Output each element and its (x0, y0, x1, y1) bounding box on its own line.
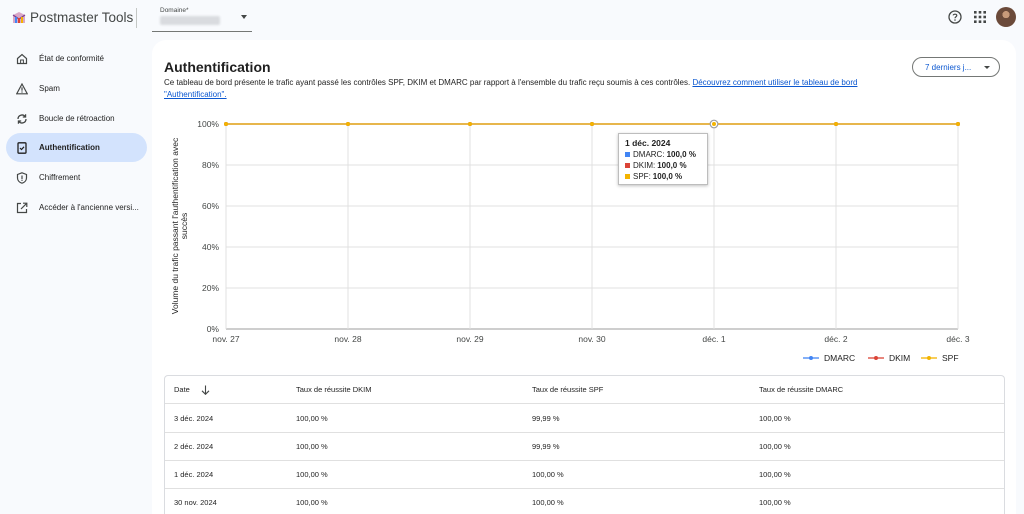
dmarc-swatch (625, 152, 630, 157)
date-range-dropdown[interactable]: 7 derniers j... (912, 57, 1000, 77)
tooltip-row-dkim: DKIM:100,0 % (625, 160, 701, 171)
tooltip-series-name: DKIM (633, 161, 653, 170)
domain-select-label: Domaine* (160, 7, 189, 14)
spf-swatch (625, 174, 630, 179)
tooltip-series-value: 100,0 % (666, 150, 696, 159)
help-icon[interactable] (948, 10, 962, 24)
cell-dkim: 100,00 % (296, 498, 328, 507)
sidebar-item-label: Authentification (39, 143, 100, 152)
header-divider (136, 8, 137, 28)
column-header-spf[interactable]: Taux de réussite SPF (532, 376, 603, 404)
tooltip-series-name: DMARC (633, 150, 663, 159)
cell-dkim: 100,00 % (296, 470, 328, 479)
arrow-down-icon[interactable] (201, 385, 210, 395)
cell-spf: 99,99 % (532, 442, 560, 451)
table-row: 3 déc. 2024 100,00 % 99,99 % 100,00 % (165, 405, 1004, 433)
sidebar-item-compliance[interactable]: État de conformité (6, 44, 147, 73)
table-row: 1 déc. 2024 100,00 % 100,00 % 100,00 % (165, 461, 1004, 489)
chart-tooltip: 1 déc. 2024 DMARC:100,0 % DKIM:100,0 % S… (618, 133, 708, 185)
column-header-date[interactable]: Date (174, 376, 190, 404)
cell-dmarc: 100,00 % (759, 414, 791, 423)
tooltip-row-dmarc: DMARC:100,0 % (625, 149, 701, 160)
sidebar-item-label: Spam (39, 84, 60, 93)
tooltip-row-spf: SPF:100,0 % (625, 171, 701, 182)
table-row: 2 déc. 2024 100,00 % 99,99 % 100,00 % (165, 433, 1004, 461)
avatar[interactable] (996, 7, 1016, 27)
app-title: Postmaster Tools (30, 10, 134, 25)
cell-dkim: 100,00 % (296, 414, 328, 423)
postmaster-logo-icon (12, 11, 26, 23)
sidebar-item-authentication[interactable]: Authentification (6, 133, 147, 162)
page-title: Authentification (164, 59, 271, 75)
tooltip-series-value: 100,0 % (657, 161, 687, 170)
cell-dmarc: 100,00 % (759, 470, 791, 479)
cell-spf: 99,99 % (532, 414, 560, 423)
open-external-icon (16, 202, 28, 213)
column-header-dmarc[interactable]: Taux de réussite DMARC (759, 376, 843, 404)
cell-date: 3 déc. 2024 (174, 414, 214, 423)
cell-dmarc: 100,00 % (759, 498, 791, 507)
tooltip-title: 1 déc. 2024 (625, 138, 671, 148)
app-logo[interactable]: Postmaster Tools (12, 10, 133, 25)
sidebar-item-label: Accéder à l'ancienne versi... (39, 203, 139, 212)
description-text: Ce tableau de bord présente le trafic ay… (164, 78, 693, 87)
apps-icon[interactable] (974, 11, 986, 23)
domain-select[interactable]: Domaine* (152, 4, 252, 32)
chevron-down-icon (241, 15, 247, 19)
authentication-table: Date Taux de réussite DKIM Taux de réuss… (164, 375, 1005, 514)
cell-date: 30 nov. 2024 (174, 498, 217, 507)
table-header-row: Date Taux de réussite DKIM Taux de réuss… (165, 376, 1004, 404)
sidebar-item-encryption[interactable]: Chiffrement (6, 163, 147, 192)
sync-icon (17, 113, 27, 124)
sidebar-item-feedback-loop[interactable]: Boucle de rétroaction (6, 104, 147, 133)
top-bar: Postmaster Tools Domaine* (0, 0, 1024, 36)
date-range-label: 7 derniers j... (925, 62, 972, 72)
verified-doc-icon (17, 141, 27, 154)
cell-date: 1 déc. 2024 (174, 470, 214, 479)
warning-icon (16, 82, 28, 94)
cell-spf: 100,00 % (532, 470, 564, 479)
shield-icon (16, 171, 28, 184)
sidebar-item-label: État de conformité (39, 54, 104, 63)
tooltip-series-value: 100,0 % (652, 172, 683, 181)
cell-date: 2 déc. 2024 (174, 442, 214, 451)
sidebar-item-legacy-version[interactable]: Accéder à l'ancienne versi... (6, 193, 147, 222)
home-icon (16, 53, 28, 64)
cell-spf: 100,00 % (532, 498, 564, 507)
sidebar-item-spam[interactable]: Spam (6, 74, 147, 103)
cell-dmarc: 100,00 % (759, 442, 791, 451)
table-row: 30 nov. 2024 100,00 % 100,00 % 100,00 % (165, 489, 1004, 514)
chevron-down-icon (984, 66, 990, 69)
tooltip-series-name: SPF (633, 172, 649, 181)
sidebar-item-label: Chiffrement (39, 173, 81, 182)
domain-select-value-redacted (160, 16, 220, 25)
sidebar-item-label: Boucle de rétroaction (39, 114, 115, 123)
page-description: Ce tableau de bord présente le trafic ay… (164, 77, 904, 100)
column-header-dkim[interactable]: Taux de réussite DKIM (296, 376, 371, 404)
cell-dkim: 100,00 % (296, 442, 328, 451)
dkim-swatch (625, 163, 630, 168)
